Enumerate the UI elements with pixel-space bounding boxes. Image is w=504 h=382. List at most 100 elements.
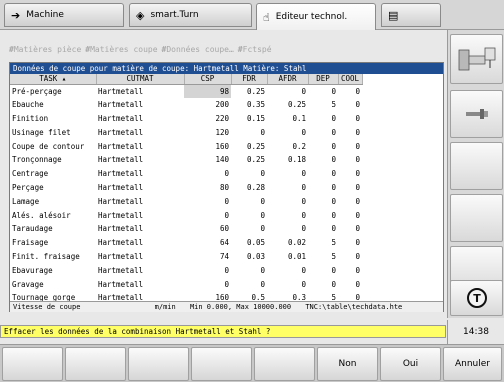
table-row[interactable]: Coupe de contour Hartmetall 160 0.25 0.2 0 0 bbox=[10, 139, 362, 153]
cell-cutmat[interactable]: Hartmetall bbox=[96, 139, 184, 153]
cell-cool[interactable]: 0 bbox=[338, 236, 362, 250]
cell-afdr[interactable]: 0 bbox=[267, 277, 308, 291]
cell-afdr[interactable]: 0 bbox=[267, 208, 308, 222]
cell-cool[interactable]: 0 bbox=[338, 98, 362, 112]
table-row[interactable]: Centrage Hartmetall 0 0 0 0 0 bbox=[10, 167, 362, 181]
table-row[interactable]: Ebauche Hartmetall 200 0.35 0.25 5 0 bbox=[10, 98, 362, 112]
cell-fdr[interactable]: 0 bbox=[231, 263, 267, 277]
cell-dep[interactable]: 0 bbox=[308, 181, 338, 195]
cell-dep[interactable]: 0 bbox=[308, 222, 338, 236]
cell-task[interactable]: Alés. alésoir bbox=[10, 208, 96, 222]
cell-afdr[interactable]: 0.18 bbox=[267, 153, 308, 167]
cell-task[interactable]: Ebavurage bbox=[10, 263, 96, 277]
cell-cutmat[interactable]: Hartmetall bbox=[96, 181, 184, 195]
cell-afdr[interactable]: 0 bbox=[267, 167, 308, 181]
cell-task[interactable]: Fraisage bbox=[10, 236, 96, 250]
table-row[interactable]: Finit. fraisage Hartmetall 74 0.03 0.01 5 0 bbox=[10, 250, 362, 264]
oui-button[interactable]: Oui bbox=[380, 347, 441, 381]
tab-smart-turn[interactable]: ◈ smart.Turn bbox=[129, 3, 252, 27]
cell-cutmat[interactable]: Hartmetall bbox=[96, 250, 184, 264]
cell-dep[interactable]: 0 bbox=[308, 208, 338, 222]
cell-cool[interactable]: 0 bbox=[338, 112, 362, 126]
cell-fdr[interactable]: 0 bbox=[231, 208, 267, 222]
column-header-task[interactable]: TASK ▴ bbox=[10, 74, 97, 85]
cell-fdr[interactable]: 0 bbox=[231, 222, 267, 236]
cell-afdr[interactable]: 0 bbox=[267, 222, 308, 236]
cell-fdr[interactable]: 0 bbox=[231, 167, 267, 181]
cell-cool[interactable]: 0 bbox=[338, 181, 362, 195]
cell-task[interactable]: Coupe de contour bbox=[10, 139, 96, 153]
cell-fdr[interactable]: 0.35 bbox=[231, 98, 267, 112]
cell-csp[interactable]: 200 bbox=[184, 98, 231, 112]
cell-csp[interactable]: 0 bbox=[184, 263, 231, 277]
cell-afdr[interactable]: 0.25 bbox=[267, 98, 308, 112]
cell-afdr[interactable]: 0.2 bbox=[267, 139, 308, 153]
cell-cutmat[interactable]: Hartmetall bbox=[96, 98, 184, 112]
cell-dep[interactable]: 5 bbox=[308, 236, 338, 250]
cell-task[interactable]: Usinage filet bbox=[10, 125, 96, 139]
cell-fdr[interactable]: 0.25 bbox=[231, 153, 267, 167]
table-row[interactable]: Fraisage Hartmetall 64 0.05 0.02 5 0 bbox=[10, 236, 362, 250]
table-row[interactable]: Usinage filet Hartmetall 120 0 0 0 0 bbox=[10, 125, 362, 139]
cell-afdr[interactable]: 0 bbox=[267, 84, 308, 98]
cell-fdr[interactable]: 0.15 bbox=[231, 112, 267, 126]
cell-csp[interactable]: 98 bbox=[184, 84, 231, 98]
machine-view-softkey[interactable] bbox=[450, 34, 503, 84]
table-row[interactable]: Alés. alésoir Hartmetall 0 0 0 0 0 bbox=[10, 208, 362, 222]
cell-cutmat[interactable]: Hartmetall bbox=[96, 112, 184, 126]
cell-task[interactable]: Taraudage bbox=[10, 222, 96, 236]
tab-editeur-technol[interactable]: ☝ Editeur technol. bbox=[256, 3, 376, 30]
cell-fdr[interactable]: 0.25 bbox=[231, 84, 267, 98]
cell-dep[interactable]: 0 bbox=[308, 153, 338, 167]
cell-dep[interactable]: 0 bbox=[308, 194, 338, 208]
cell-dep[interactable]: 0 bbox=[308, 125, 338, 139]
column-header-dep[interactable]: DEP bbox=[308, 74, 339, 85]
cell-cool[interactable]: 0 bbox=[338, 153, 362, 167]
cell-cutmat[interactable]: Hartmetall bbox=[96, 222, 184, 236]
cell-csp[interactable]: 120 bbox=[184, 125, 231, 139]
cell-cool[interactable]: 0 bbox=[338, 222, 362, 236]
cell-cutmat[interactable]: Hartmetall bbox=[96, 84, 184, 98]
cell-csp[interactable]: 0 bbox=[184, 167, 231, 181]
cell-csp[interactable]: 220 bbox=[184, 112, 231, 126]
cell-dep[interactable]: 5 bbox=[308, 250, 338, 264]
cell-cool[interactable]: 0 bbox=[338, 125, 362, 139]
table-row[interactable]: Finition Hartmetall 220 0.15 0.1 0 0 bbox=[10, 112, 362, 126]
annuler-button[interactable]: Annuler bbox=[443, 347, 502, 381]
cell-task[interactable]: Finition bbox=[10, 112, 96, 126]
cell-task[interactable]: Lamage bbox=[10, 194, 96, 208]
cell-fdr[interactable]: 0 bbox=[231, 277, 267, 291]
cell-csp[interactable]: 0 bbox=[184, 208, 231, 222]
cell-cool[interactable]: 0 bbox=[338, 84, 362, 98]
cell-csp[interactable]: 0 bbox=[184, 277, 231, 291]
table-row[interactable]: Pré-perçage Hartmetall 98 0.25 0 0 0 bbox=[10, 84, 362, 98]
cell-fdr[interactable]: 0 bbox=[231, 194, 267, 208]
cell-fdr[interactable]: 0.25 bbox=[231, 139, 267, 153]
cell-cool[interactable]: 0 bbox=[338, 139, 362, 153]
toolbar-item-donnees-coupe[interactable]: #Données coupe… bbox=[162, 45, 234, 54]
cell-cutmat[interactable]: Hartmetall bbox=[96, 125, 184, 139]
cell-csp[interactable]: 60 bbox=[184, 222, 231, 236]
table-row[interactable]: Gravage Hartmetall 0 0 0 0 0 bbox=[10, 277, 362, 291]
cell-csp[interactable]: 80 bbox=[184, 181, 231, 195]
cell-cutmat[interactable]: Hartmetall bbox=[96, 277, 184, 291]
t-selection-softkey[interactable]: T bbox=[450, 280, 503, 316]
cell-csp[interactable]: 0 bbox=[184, 194, 231, 208]
softkey-empty-b3[interactable] bbox=[128, 347, 189, 381]
cell-cool[interactable]: 0 bbox=[338, 167, 362, 181]
cell-afdr[interactable]: 0 bbox=[267, 125, 308, 139]
cell-cutmat[interactable]: Hartmetall bbox=[96, 153, 184, 167]
toolbar-item-matieres-coupe[interactable]: #Matières coupe bbox=[85, 45, 157, 54]
column-header-afdr[interactable]: AFDR bbox=[267, 74, 309, 85]
column-header-fdr[interactable]: FDR bbox=[231, 74, 268, 85]
table-row[interactable]: Ebavurage Hartmetall 0 0 0 0 0 bbox=[10, 263, 362, 277]
softkey-empty-b4[interactable] bbox=[191, 347, 252, 381]
cell-csp[interactable]: 140 bbox=[184, 153, 231, 167]
softkey-empty-b1[interactable] bbox=[2, 347, 63, 381]
cell-cutmat[interactable]: Hartmetall bbox=[96, 263, 184, 277]
cell-afdr[interactable]: 0.1 bbox=[267, 112, 308, 126]
cell-dep[interactable]: 0 bbox=[308, 84, 338, 98]
cell-dep[interactable]: 0 bbox=[308, 277, 338, 291]
softkey-empty-b5[interactable] bbox=[254, 347, 315, 381]
cell-afdr[interactable]: 0 bbox=[267, 263, 308, 277]
